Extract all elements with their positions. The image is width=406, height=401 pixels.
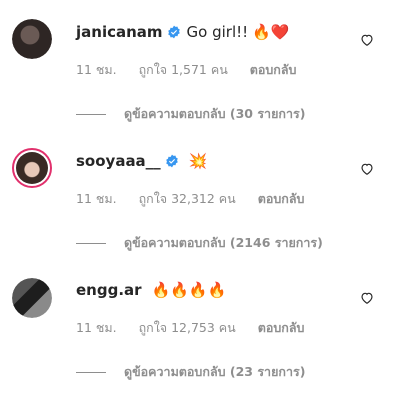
avatar[interactable] — [12, 148, 52, 188]
verified-badge-icon — [165, 154, 178, 168]
comment-item: janicanam Go girl!! 🔥❤️ 11 ชม. ถูกใจ 1,5… — [0, 0, 406, 128]
timestamp[interactable]: 11 ชม. — [76, 320, 117, 335]
heart-icon[interactable] — [360, 162, 374, 176]
avatar[interactable] — [12, 278, 52, 318]
divider-line — [76, 371, 106, 373]
like-count[interactable]: ถูกใจ 12,753 คน — [139, 320, 236, 335]
view-replies-button[interactable]: ดูข้อความตอบกลับ (23 รายการ) — [76, 362, 305, 382]
reply-button[interactable]: ตอบกลับ — [258, 320, 305, 335]
verified-badge-icon — [167, 25, 180, 39]
comment-emoji: 🔥❤️ — [252, 23, 290, 41]
avatar-image — [12, 19, 52, 59]
comment-header: sooyaaa__ 💥 — [76, 151, 207, 171]
comment-emoji: 💥 — [188, 152, 208, 170]
comment-text: Go girl!! — [186, 23, 249, 41]
view-replies-button[interactable]: ดูข้อความตอบกลับ (2146 รายการ) — [76, 233, 323, 253]
view-replies-label: ดูข้อความตอบกลับ (23 รายการ) — [124, 364, 306, 379]
divider-line — [76, 113, 106, 115]
heart-icon[interactable] — [360, 291, 374, 305]
avatar-image — [16, 152, 48, 184]
comment-header: engg.ar 🔥🔥🔥🔥 — [76, 280, 226, 300]
avatar[interactable] — [12, 19, 52, 59]
timestamp[interactable]: 11 ชม. — [76, 62, 117, 77]
comment-emoji: 🔥🔥🔥🔥 — [151, 281, 227, 299]
view-replies-label: ดูข้อความตอบกลับ (30 รายการ) — [124, 106, 306, 121]
comment-meta: 11 ชม. ถูกใจ 1,571 คน ตอบกลับ — [76, 62, 314, 78]
username-link[interactable]: sooyaaa__ — [76, 151, 161, 171]
view-replies-label: ดูข้อความตอบกลับ (2146 รายการ) — [124, 235, 323, 250]
username-link[interactable]: engg.ar — [76, 280, 142, 300]
reply-button[interactable]: ตอบกลับ — [258, 191, 305, 206]
timestamp[interactable]: 11 ชม. — [76, 191, 117, 206]
comment-meta: 11 ชม. ถูกใจ 12,753 คน ตอบกลับ — [76, 320, 322, 336]
divider-line — [76, 242, 106, 244]
username-link[interactable]: janicanam — [76, 22, 163, 42]
reply-button[interactable]: ตอบกลับ — [250, 62, 297, 77]
view-replies-button[interactable]: ดูข้อความตอบกลับ (30 รายการ) — [76, 104, 305, 124]
comment-item: engg.ar 🔥🔥🔥🔥 11 ชม. ถูกใจ 12,753 คน ตอบก… — [0, 258, 406, 386]
comment-item: sooyaaa__ 💥 11 ชม. ถูกใจ 32,312 คน ตอบกล… — [0, 129, 406, 257]
comment-meta: 11 ชม. ถูกใจ 32,312 คน ตอบกลับ — [76, 191, 322, 207]
avatar-image — [12, 278, 52, 318]
heart-icon[interactable] — [360, 33, 374, 47]
like-count[interactable]: ถูกใจ 32,312 คน — [139, 191, 236, 206]
like-count[interactable]: ถูกใจ 1,571 คน — [139, 62, 228, 77]
comment-header: janicanam Go girl!! 🔥❤️ — [76, 22, 290, 42]
